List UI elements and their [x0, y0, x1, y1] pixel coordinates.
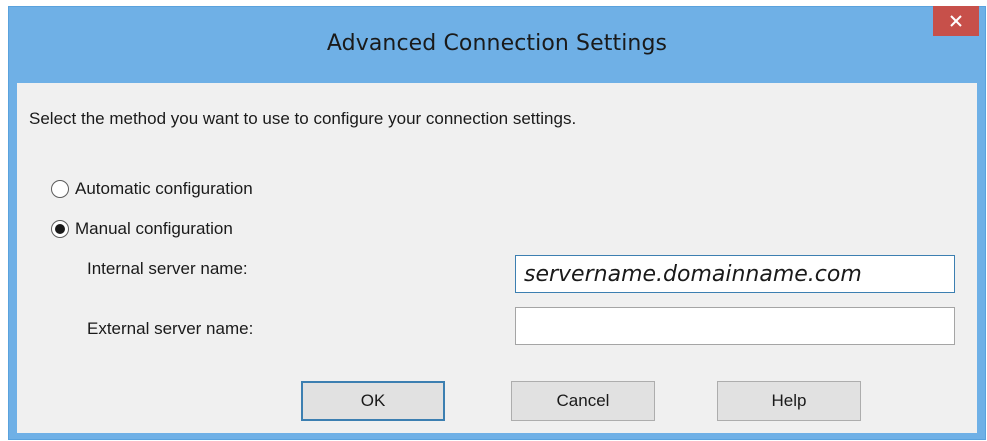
cancel-button[interactable]: Cancel: [511, 381, 655, 421]
radio-unselected-icon[interactable]: [51, 180, 69, 198]
title-bar[interactable]: Advanced Connection Settings: [9, 6, 985, 83]
internal-server-label: Internal server name:: [87, 259, 248, 278]
help-button[interactable]: Help: [717, 381, 861, 421]
instructions-text: Select the method you want to use to con…: [29, 109, 577, 128]
dialog-window: Advanced Connection Settings Select the …: [8, 6, 986, 440]
automatic-configuration-radio[interactable]: Automatic configuration: [51, 179, 253, 199]
ok-button[interactable]: OK: [301, 381, 445, 421]
manual-configuration-label: Manual configuration: [75, 219, 233, 238]
radio-selected-icon[interactable]: [51, 220, 69, 238]
external-server-label: External server name:: [87, 319, 254, 338]
internal-server-input[interactable]: [515, 255, 955, 293]
window-title: Advanced Connection Settings: [326, 31, 668, 56]
manual-configuration-radio[interactable]: Manual configuration: [51, 219, 233, 239]
external-server-input[interactable]: [515, 307, 955, 345]
dialog-body: Select the method you want to use to con…: [17, 83, 977, 433]
automatic-configuration-label: Automatic configuration: [75, 179, 253, 198]
close-icon: [950, 15, 962, 27]
close-button[interactable]: [933, 6, 979, 36]
